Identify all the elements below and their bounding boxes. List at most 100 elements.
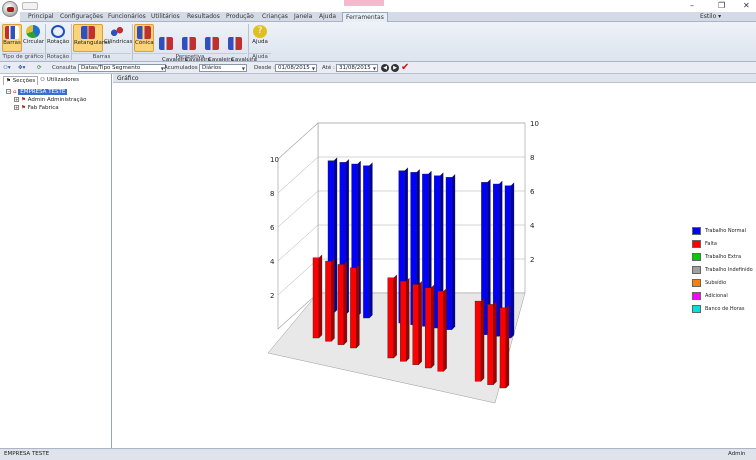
chart-bar-side [406, 277, 410, 362]
pie-chart-icon [26, 25, 40, 38]
group-rotacao: Rotação [46, 53, 70, 60]
ate-label: Até : [322, 65, 335, 71]
tree-root[interactable]: − ⌂ EMPRESA TESTE [6, 89, 68, 95]
chart-bar [325, 260, 332, 342]
legend-item: Banco de Horas [692, 304, 744, 313]
app-menu-button[interactable] [2, 1, 18, 17]
cavalier-bars-icon [182, 37, 196, 50]
minimize-button[interactable]: – [690, 1, 694, 10]
chart-bar-side [443, 287, 447, 372]
retangulares-button[interactable]: Retangulares [73, 24, 110, 52]
y-tick-label: 8 [270, 190, 274, 198]
group-ajuda: Ajuda [249, 53, 271, 61]
tab-utilizadores[interactable]: ⚇ Utilizadores [38, 76, 81, 84]
tab-ferramentas[interactable]: Ferramentas [342, 12, 388, 22]
tab-principal[interactable]: Principal [28, 13, 54, 20]
user-icon[interactable]: ⚇▾ [3, 65, 11, 71]
chart-bar-side [356, 264, 360, 349]
conica-button[interactable]: Cónica [134, 24, 154, 52]
expand-icon[interactable]: + [14, 97, 19, 102]
legend-label: Banco de Horas [705, 305, 745, 312]
legend-item: Trabalho Indefinido [692, 265, 753, 274]
chart-bar [474, 300, 482, 382]
chart-bar-side [451, 173, 456, 331]
tree-item[interactable]: + ⚑ Admin Administração [14, 97, 86, 103]
circular-button[interactable]: Circular [23, 24, 44, 52]
quick-access-toolbar[interactable] [22, 2, 38, 10]
y-tick-label: 8 [530, 154, 534, 162]
chart-bar [445, 177, 453, 330]
legend-item: Trabalho Normal [692, 226, 746, 235]
cavaleira-4-button[interactable]: Cavaleira 4 [224, 24, 257, 69]
refresh-icon[interactable]: ⟳ [37, 65, 42, 71]
cavalier-bars-icon [159, 37, 173, 50]
apply-check-icon[interactable]: ✔ [401, 62, 409, 73]
cavaleira-2-button[interactable]: Cavaleira 2 [178, 24, 211, 69]
legend-swatch [692, 304, 701, 313]
tab-funcionarios[interactable]: Funcionários [108, 13, 146, 20]
legend-item: Falta [692, 239, 717, 248]
cavaleira-1-button[interactable]: Cavaleira 1 [155, 24, 188, 69]
maximize-button[interactable]: ❐ [718, 1, 725, 10]
barras-button[interactable]: Barras [2, 24, 22, 52]
ribbon-tabs: Principal Configurações Funcionários Uti… [20, 12, 756, 22]
group-barras: Barras [72, 53, 131, 61]
chart-bar [387, 277, 394, 359]
y-tick-label: 10 [270, 156, 279, 164]
tab-producao[interactable]: Produção [226, 13, 254, 20]
rotacao-button[interactable]: Rotação [47, 24, 69, 52]
y-tick-label: 6 [270, 224, 275, 232]
next-period-button[interactable]: ▶ [391, 64, 399, 72]
chart-bar-side [493, 301, 497, 386]
collapse-icon[interactable]: − [6, 89, 11, 94]
chart-area: 10 10 8 8 6 6 4 4 2 2 [113, 83, 756, 448]
tab-utilitarios[interactable]: Utilitários [151, 13, 180, 20]
legend-label: Trabalho Normal [705, 227, 746, 234]
ajuda-button[interactable]: ? Ajuda [250, 24, 270, 52]
chart-bar [437, 290, 444, 372]
legend-item: Adicional [692, 291, 728, 300]
title-bar: – ❐ ✕ [0, 0, 756, 17]
chart-bar [412, 284, 419, 365]
tab-janela[interactable]: Janela [294, 13, 312, 20]
company-icon: ⌂ [13, 89, 17, 95]
chart-bar [337, 264, 345, 345]
consulta-select[interactable]: Datas/Tipo Segmento [78, 64, 166, 72]
legend-item: Trabalho Extra [692, 252, 741, 261]
legend-swatch [692, 278, 701, 287]
navigate-icon[interactable]: ✥▾ [18, 65, 25, 71]
legend-label: Adicional [705, 292, 728, 299]
sections-icon: ⚑ [6, 78, 11, 84]
tab-ajuda[interactable]: Ajuda [319, 13, 336, 20]
bar-chart-icon [5, 26, 19, 39]
section-icon: ⚑ [21, 97, 26, 103]
legend-swatch [692, 265, 701, 274]
help-icon: ? [253, 25, 267, 38]
y-tick-label: 4 [530, 222, 535, 230]
chart-bar-side [505, 304, 510, 389]
tab-resultados[interactable]: Resultados [187, 13, 220, 20]
acumulados-select[interactable]: Diários [199, 64, 247, 72]
ribbon: Barras Circular Rotação Retangulares Cil… [0, 22, 756, 69]
tab-configuracoes[interactable]: Configurações [60, 13, 103, 20]
tab-seccoes[interactable]: ⚑ Secções [3, 76, 39, 85]
filter-toolbar: ⚇▾ ✥▾ ⟳ Consulta : Datas/Tipo Segmento A… [0, 62, 756, 74]
section-icon: ⚑ [21, 105, 26, 111]
cylinder-bars-icon [110, 25, 124, 38]
tree-item[interactable]: + ⚑ Fab Fabrica [14, 105, 59, 111]
desde-date-input[interactable]: 01/08/2015 [275, 64, 317, 72]
style-menu[interactable]: Estilo ▾ [700, 13, 721, 20]
previous-period-button[interactable]: ◀ [381, 64, 389, 72]
expand-icon[interactable]: + [14, 105, 19, 110]
legend-swatch [692, 291, 701, 300]
cavaleira-3-button[interactable]: Cavaleira 3 [201, 24, 234, 69]
legend-swatch [692, 226, 701, 235]
tab-criancas[interactable]: Crianças [262, 13, 288, 20]
main-header: Gráfico [113, 74, 756, 83]
close-button[interactable]: ✕ [743, 1, 750, 10]
cilindricas-button[interactable]: Cilíndricas [104, 24, 132, 52]
chart-bar-side [480, 297, 485, 382]
legend-label: Trabalho Indefinido [705, 266, 753, 273]
ate-date-input[interactable]: 31/08/2015 [336, 64, 378, 72]
rectangular-bars-icon [81, 26, 95, 39]
